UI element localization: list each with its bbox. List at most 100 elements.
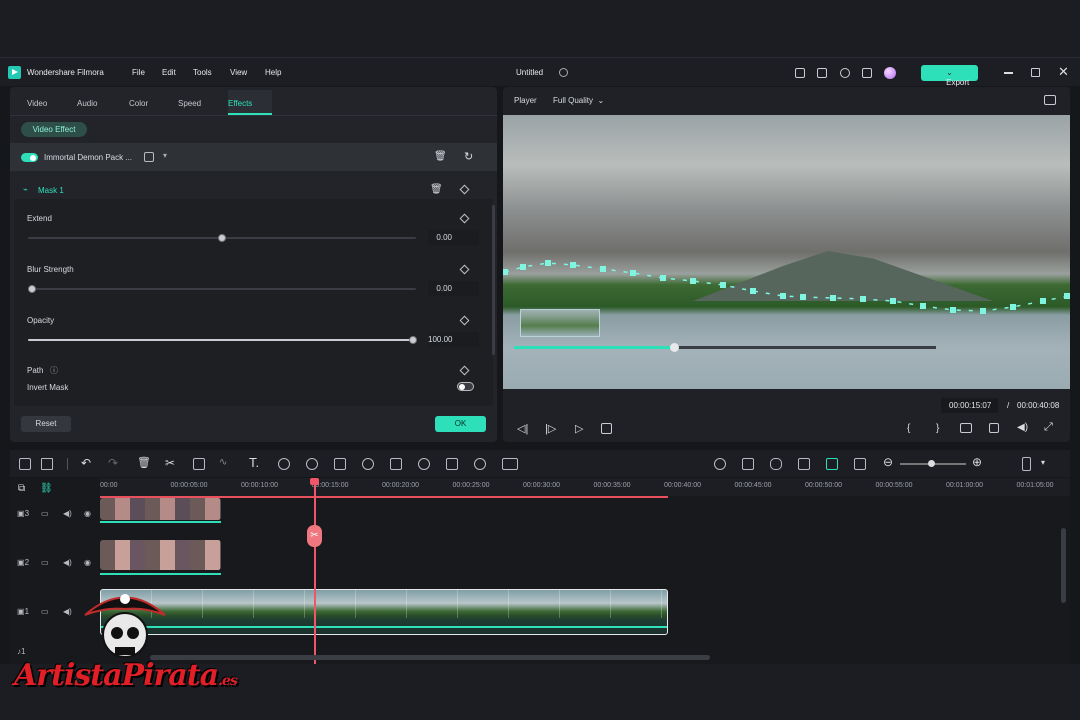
track-1-folder-icon[interactable]: ▭	[41, 607, 49, 616]
mask-tool-icon[interactable]	[418, 458, 430, 470]
text-icon[interactable]: T.	[249, 455, 259, 470]
stop-icon[interactable]	[601, 423, 612, 434]
extend-value[interactable]: 0.00	[428, 230, 479, 245]
track-1-audio-icon[interactable]: ◀)	[63, 607, 72, 616]
tab-video[interactable]: Video	[27, 99, 47, 108]
mask-control-point[interactable]	[1010, 304, 1016, 310]
mask-control-point[interactable]	[950, 307, 956, 313]
track-3-folder-icon[interactable]: ▭	[41, 509, 49, 518]
mask-control-point[interactable]	[980, 308, 986, 314]
snap-icon[interactable]	[826, 458, 838, 470]
zoom-out-icon[interactable]: ⊖	[883, 455, 893, 469]
ai-icon[interactable]	[334, 458, 346, 470]
path-keyframe-icon[interactable]	[459, 365, 470, 376]
menu-file[interactable]: File	[132, 68, 145, 77]
maximize-icon[interactable]	[1031, 68, 1040, 77]
delete-icon[interactable]: 🗑	[137, 456, 151, 469]
timeline-vscrollbar[interactable]	[1061, 528, 1066, 603]
mask-control-point[interactable]	[920, 303, 926, 309]
mask-control-point[interactable]	[600, 266, 606, 272]
blur-strength-slider[interactable]	[28, 285, 416, 293]
clip-track-3[interactable]	[100, 498, 221, 520]
fit-icon[interactable]	[390, 458, 402, 470]
playhead-line[interactable]	[314, 478, 316, 664]
zoom-slider-knob[interactable]	[928, 460, 935, 467]
split-icon[interactable]: ✂	[165, 456, 175, 470]
ok-button[interactable]: OK	[435, 416, 486, 432]
opacity-slider[interactable]	[28, 336, 417, 344]
track-2-eye-icon[interactable]: ◉	[84, 558, 91, 567]
adjust-icon[interactable]	[446, 458, 458, 470]
link-icon[interactable]: ⛓	[40, 483, 53, 494]
tab-color[interactable]: Color	[129, 99, 148, 108]
redo-icon[interactable]: ↷	[108, 456, 118, 470]
mask-control-point[interactable]	[660, 275, 666, 281]
mask-control-point[interactable]	[750, 288, 756, 294]
mark-out-icon[interactable]: }	[936, 423, 939, 434]
track-2-folder-icon[interactable]: ▭	[41, 558, 49, 567]
mask-control-point[interactable]	[690, 278, 696, 284]
video-effect-pill[interactable]: Video Effect	[21, 122, 87, 137]
speed-icon[interactable]	[278, 458, 290, 470]
gift-icon[interactable]	[862, 68, 872, 78]
track-3-eye-icon[interactable]: ◉	[84, 509, 91, 518]
mask-control-point[interactable]	[570, 262, 576, 268]
snapshot-settings-icon[interactable]	[1044, 95, 1056, 105]
mask-control-point[interactable]	[830, 295, 836, 301]
voiceover-icon[interactable]	[798, 458, 810, 470]
mask-control-point[interactable]	[545, 260, 551, 266]
mask-control-point[interactable]	[1064, 293, 1070, 299]
path-help-icon[interactable]: ⓘ	[50, 365, 58, 376]
extend-slider[interactable]	[28, 234, 416, 242]
panel-scrollbar[interactable]	[492, 205, 495, 355]
display-icon[interactable]	[960, 423, 972, 433]
pip-icon[interactable]	[854, 458, 866, 470]
zoom-slider[interactable]	[900, 460, 966, 467]
color-icon[interactable]	[306, 458, 318, 470]
render-icon[interactable]	[714, 458, 726, 470]
menu-view[interactable]: View	[230, 68, 247, 77]
volume-icon[interactable]: ◀)	[1017, 422, 1028, 433]
audio-icon[interactable]: ∿	[219, 457, 227, 468]
mask-control-point[interactable]	[890, 298, 896, 304]
minimize-icon[interactable]	[1004, 72, 1013, 74]
add-track-icon[interactable]: ⧉	[18, 483, 25, 494]
effect-enable-toggle[interactable]	[21, 153, 38, 162]
effect-dropdown-icon[interactable]: ▾	[163, 151, 167, 160]
track-layout-icon[interactable]	[1022, 457, 1031, 471]
mask-keyframe-icon[interactable]	[459, 184, 470, 195]
mic-icon[interactable]	[770, 458, 782, 470]
camera-icon[interactable]	[989, 423, 999, 433]
avatar[interactable]	[884, 67, 896, 79]
track-3-audio-icon[interactable]: ◀)	[63, 509, 72, 518]
reset-button[interactable]: Reset	[21, 416, 71, 432]
extend-keyframe-icon[interactable]	[459, 213, 470, 224]
tab-effects[interactable]: Effects	[228, 99, 252, 108]
grid-icon[interactable]	[19, 458, 31, 470]
more-tools-icon[interactable]	[502, 458, 518, 470]
mark-in-icon[interactable]: {	[907, 423, 910, 434]
opacity-value[interactable]: 100.00	[428, 332, 479, 347]
undo-icon[interactable]: ↶	[81, 456, 91, 470]
next-frame-icon[interactable]: |▷	[545, 422, 556, 435]
mask-control-point[interactable]	[503, 269, 508, 275]
mask-control-point[interactable]	[860, 296, 866, 302]
select-tool-icon[interactable]	[41, 458, 53, 470]
cloud-icon[interactable]	[840, 68, 850, 78]
save-icon[interactable]	[817, 68, 827, 78]
timer-icon[interactable]	[362, 458, 374, 470]
audio-stretch-icon[interactable]	[474, 458, 486, 470]
mask-label[interactable]: Mask 1	[38, 186, 64, 195]
extend-slider-knob[interactable]	[218, 234, 226, 242]
quality-select[interactable]: Full Quality ⌄	[553, 96, 604, 105]
pip-clip-thumbnail[interactable]	[520, 309, 600, 337]
clip-track-1-main[interactable]	[100, 589, 668, 635]
opacity-slider-knob[interactable]	[409, 336, 417, 344]
effect-delete-icon[interactable]: 🗑	[434, 151, 447, 162]
menu-tools[interactable]: Tools	[193, 68, 212, 77]
layout-icon[interactable]	[795, 68, 805, 78]
current-time[interactable]: 00:00:15:07	[949, 401, 991, 410]
mask-path-line[interactable]	[504, 262, 1070, 312]
playhead-handle[interactable]	[310, 478, 319, 485]
split-scissors-icon[interactable]: ✂	[307, 525, 322, 547]
